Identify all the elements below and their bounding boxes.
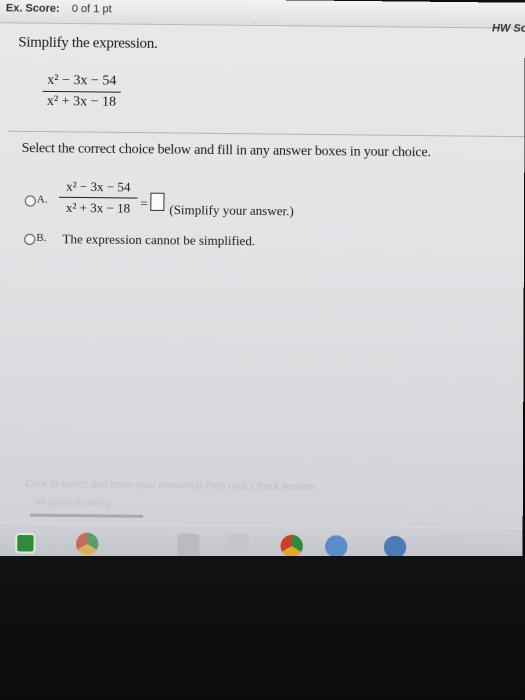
hw-score-label: HW Sc	[491, 22, 525, 35]
chrome-icon[interactable]	[75, 532, 99, 556]
score-label: Ex. Score:	[5, 2, 60, 15]
divider	[7, 130, 525, 138]
choice-a-fraction: x² − 3x − 54 x² + 3x − 18	[58, 178, 138, 217]
question-instruction: Simplify the expression.	[18, 34, 158, 52]
choice-a-numerator: x² − 3x − 54	[66, 178, 131, 195]
fraction-bar	[42, 90, 121, 93]
answer-input-box[interactable]	[150, 192, 165, 211]
fraction-bar	[58, 196, 138, 199]
expression-denominator: x² + 3x − 18	[46, 93, 117, 110]
choice-b-text[interactable]: The expression cannot be simplified.	[62, 231, 255, 249]
choice-b-letter: B.	[36, 231, 47, 245]
score-value: 0 of 1 pt	[71, 3, 112, 16]
simplify-hint: (Simplify your answer.)	[169, 201, 294, 219]
check-answer-hint: Click to select and enter your answer(s)…	[25, 478, 318, 494]
score-header: Ex. Score: 0 of 1 pt HW Sc	[0, 0, 525, 35]
start-icon[interactable]	[15, 532, 36, 554]
choice-a-denominator: x² + 3x − 18	[65, 199, 131, 216]
choice-a-radio[interactable]	[24, 195, 36, 207]
expression-fraction: x² − 3x − 54 x² + 3x − 18	[42, 73, 121, 111]
app-icon[interactable]	[177, 533, 200, 557]
expression-numerator: x² − 3x − 54	[47, 72, 117, 89]
choice-a-letter: A.	[36, 193, 48, 206]
monitor-bezel	[0, 556, 525, 700]
choice-b-radio[interactable]	[24, 233, 36, 245]
chrome-icon[interactable]	[280, 534, 303, 558]
screen: Ex. Score: 0 of 1 pt HW Sc Simplify the …	[0, 0, 525, 571]
parts-showing-label[interactable]: All parts showing	[34, 497, 111, 509]
parts-progress-line	[29, 513, 144, 518]
equals-sign: =	[140, 195, 148, 211]
ie-icon[interactable]	[325, 535, 348, 558]
app-icon[interactable]	[226, 534, 250, 557]
select-choice-prompt: Select the correct choice below and fill…	[21, 140, 431, 161]
